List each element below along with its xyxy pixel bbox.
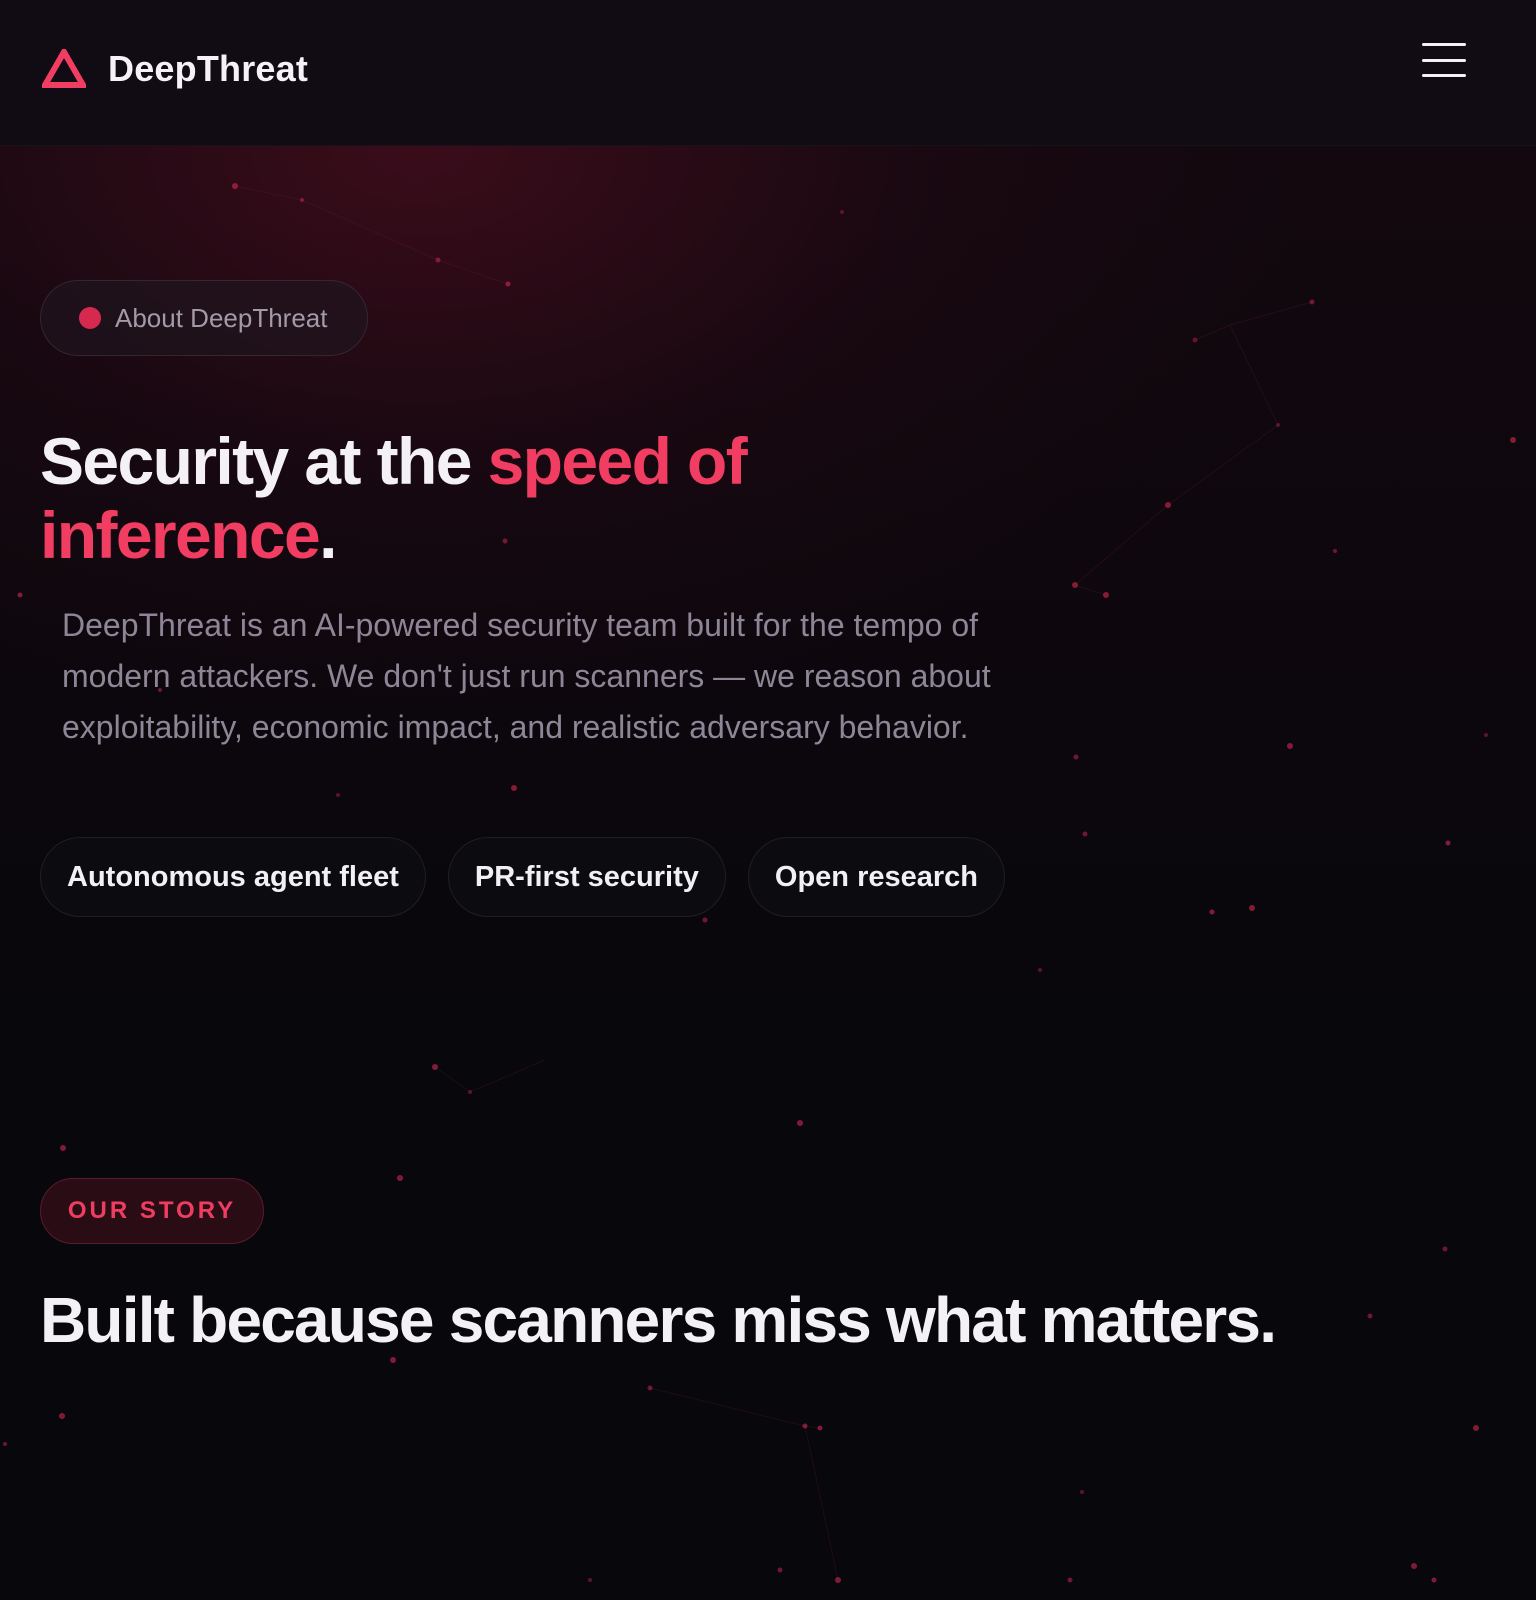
about-badge-text: About DeepThreat bbox=[115, 302, 328, 333]
network-background bbox=[3, 183, 1516, 1583]
about-badge: About DeepThreat bbox=[40, 280, 369, 356]
hero-title-lead: Security at the bbox=[40, 424, 488, 498]
menu-bar-bottom bbox=[1422, 74, 1466, 77]
status-dot-icon bbox=[79, 307, 101, 329]
brand-name: DeepThreat bbox=[108, 48, 309, 89]
feature-chips: Autonomous agent fleet PR-first security… bbox=[40, 837, 1006, 917]
page: DeepThreat About DeepThreat Security at … bbox=[0, 0, 1536, 1600]
chip-pr-first-security[interactable]: PR-first security bbox=[447, 837, 726, 917]
chip-autonomous-agent-fleet[interactable]: Autonomous agent fleet bbox=[40, 837, 426, 917]
our-story-label: OUR STORY bbox=[40, 1178, 264, 1244]
site-header: DeepThreat bbox=[0, 0, 1536, 146]
menu-bar-top bbox=[1422, 43, 1466, 46]
hamburger-menu-icon[interactable] bbox=[1420, 40, 1468, 80]
hero-title-period: . bbox=[319, 498, 337, 572]
story-title: Built because scanners miss what matters… bbox=[40, 1284, 1277, 1356]
chip-open-research[interactable]: Open research bbox=[747, 837, 1006, 917]
hero-title: Security at the speed of inference. bbox=[40, 424, 940, 572]
menu-bar-middle bbox=[1422, 58, 1466, 62]
hero-description: DeepThreat is an AI-powered security tea… bbox=[62, 607, 991, 745]
brand-logo[interactable]: DeepThreat bbox=[42, 48, 308, 90]
triangle-logo-icon bbox=[42, 49, 86, 88]
